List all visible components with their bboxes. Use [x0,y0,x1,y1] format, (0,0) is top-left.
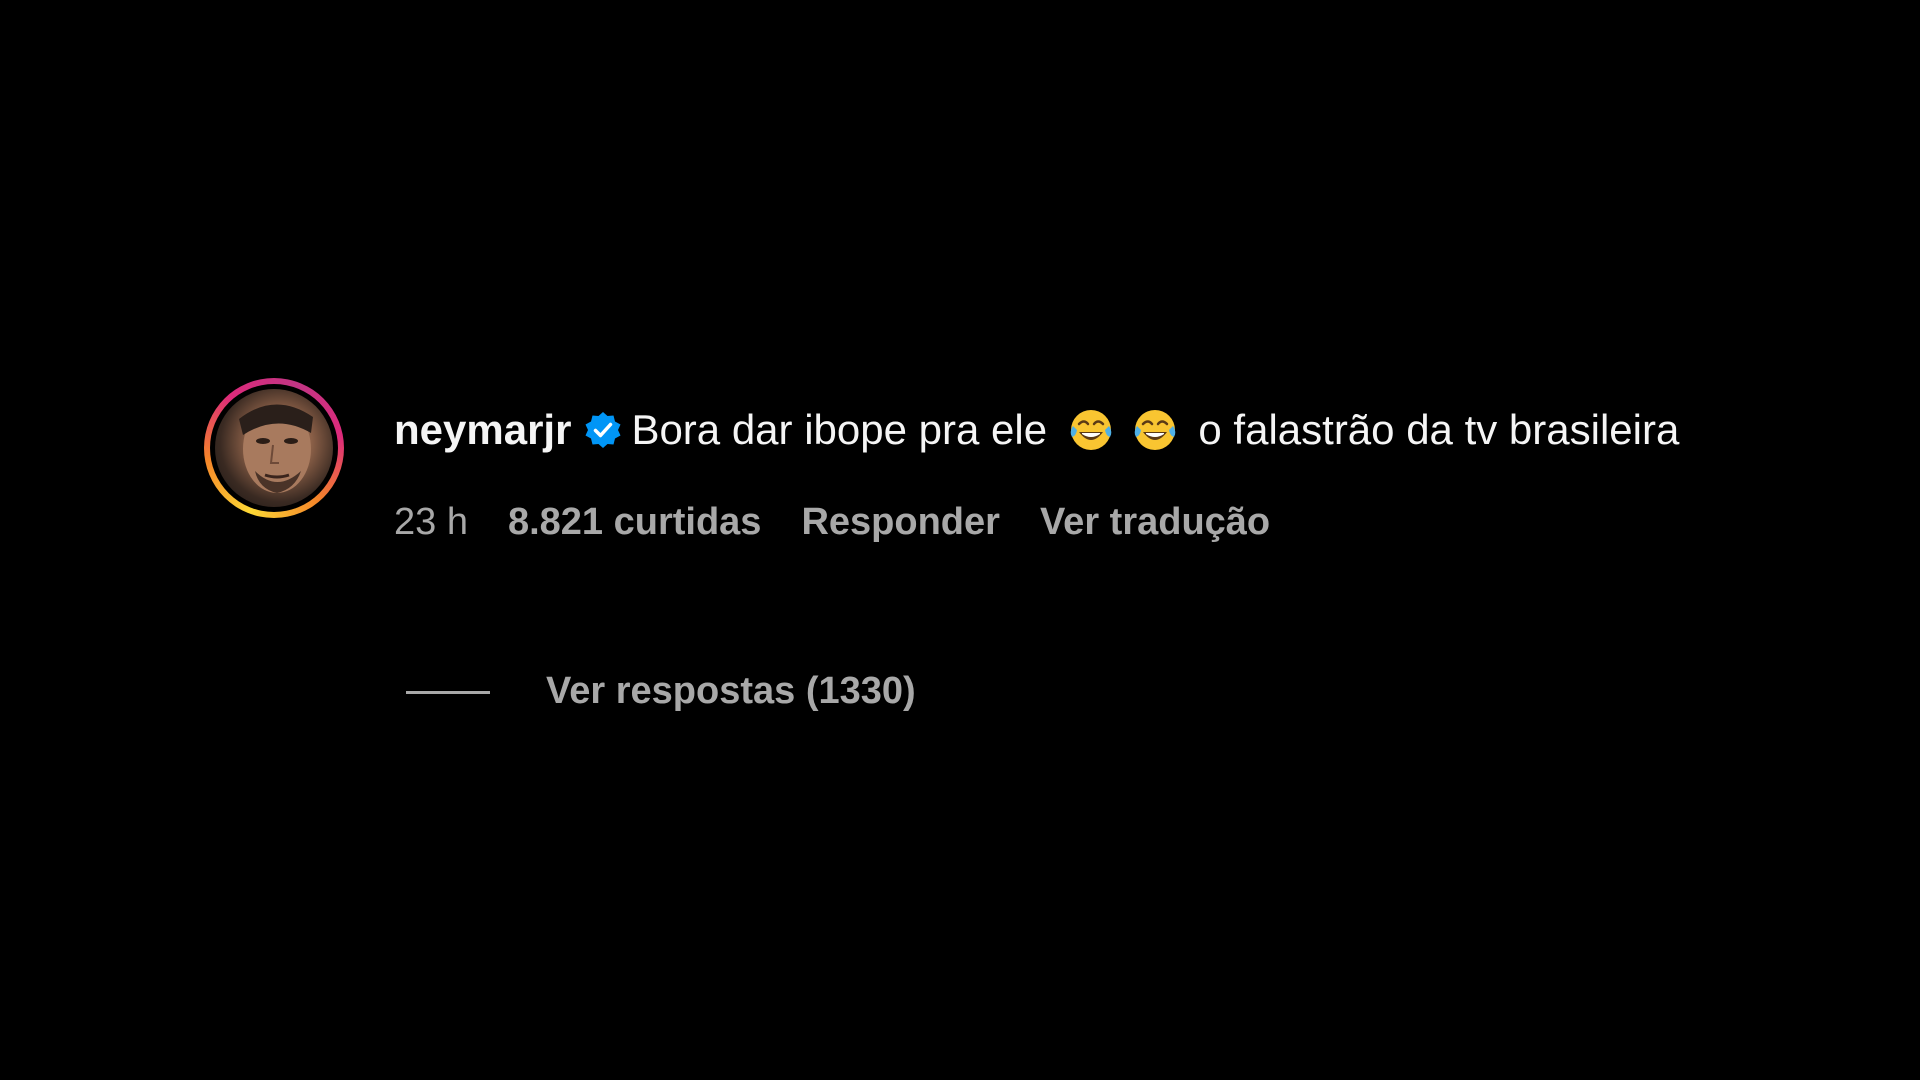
see-translation-button[interactable]: Ver tradução [1040,501,1270,543]
comment-meta: 23 h 8.821 curtidas Responder Ver tradução [394,501,1714,544]
comment-text: neymarjr Bora dar ibope pra ele o falast… [394,398,1714,461]
face-with-tears-of-joy-icon [1134,410,1176,450]
comment-text-part-1: Bora dar ibope pra ele [631,406,1048,453]
view-replies-label: Ver respostas (1330) [546,670,916,712]
comment-text-part-2: o falastrão da tv brasileira [1198,406,1680,453]
avatar-photo [239,404,313,493]
replies-divider [406,691,490,695]
comment-time[interactable]: 23 h [394,501,468,543]
likes-count[interactable]: 8.821 curtidas [508,501,761,543]
comment-body: neymarjr Bora dar ibope pra ele o falast… [394,398,1714,544]
verified-badge-icon [585,412,621,448]
reply-button[interactable]: Responder [801,501,999,543]
avatar[interactable] [215,389,333,507]
face-with-tears-of-joy-icon [1070,410,1112,450]
username-link[interactable]: neymarjr [394,406,571,453]
view-replies-button[interactable]: Ver respostas (1330) [406,670,916,713]
story-ring[interactable] [204,378,344,518]
